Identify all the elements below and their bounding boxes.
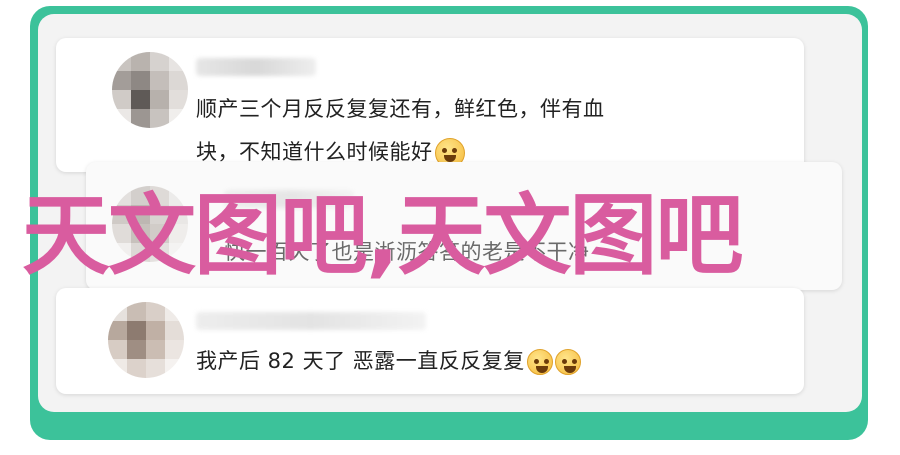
comment-text: 块，不知道什么时候能好 — [196, 140, 433, 164]
avatar — [108, 302, 184, 378]
username-blurred — [196, 312, 426, 330]
comment-text-line: 顺产三个月反反复复还有，鲜红色，伴有血 — [196, 97, 605, 121]
pray-emoji-icon — [526, 349, 553, 375]
avatar — [112, 52, 188, 128]
comment-text: 我产后 82 天了 恶露一直反反复复 — [196, 349, 525, 373]
comment-text-line: 我产后 82 天了 恶露一直反反复复 — [196, 345, 581, 375]
watermark-text: 天文图吧,天文图吧 — [22, 184, 743, 287]
username-blurred — [196, 58, 316, 76]
pray-emoji-icon — [554, 349, 581, 375]
